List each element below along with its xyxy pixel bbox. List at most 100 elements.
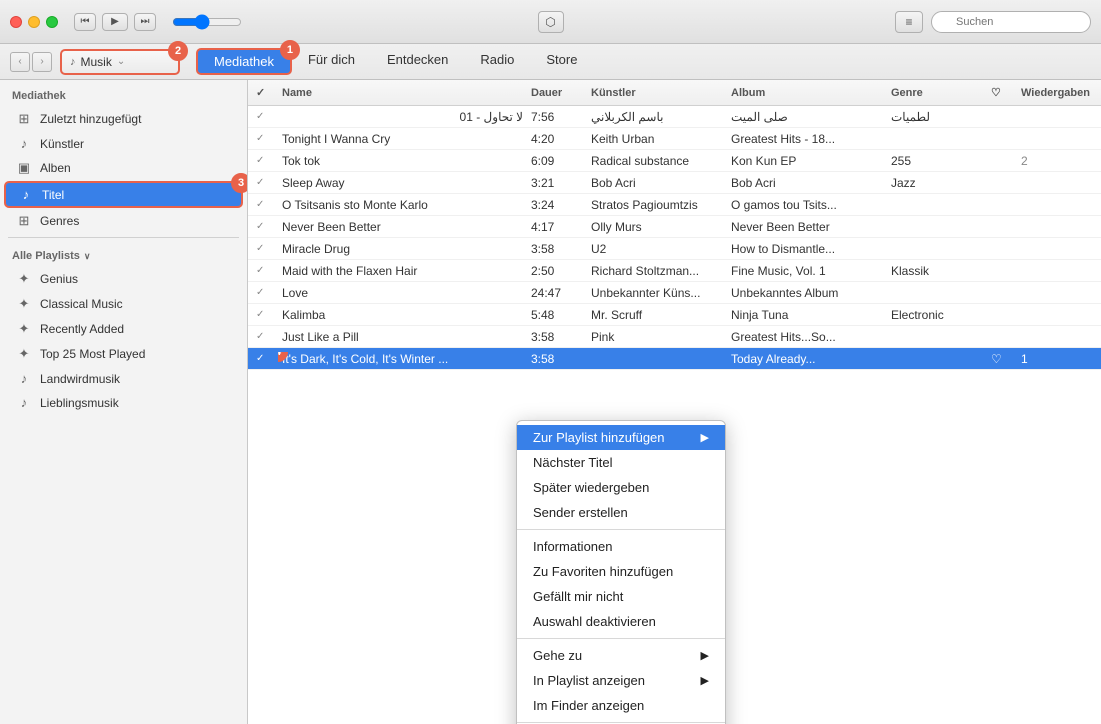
- table-cell: Klassik: [887, 264, 987, 278]
- traffic-lights: [10, 16, 58, 28]
- table-cell: U2: [587, 242, 727, 256]
- table-cell: Fine Music, Vol. 1: [727, 264, 887, 278]
- table-cell: ✓: [252, 111, 278, 122]
- classical-icon: ✦: [16, 296, 32, 312]
- context-menu: Zur Playlist hinzufügen▶ Nächster Titel Sp…: [516, 420, 726, 724]
- back-button[interactable]: ‹: [10, 52, 30, 72]
- context-menu-item-informationen[interactable]: Informationen: [517, 534, 725, 559]
- sidebar-item-recently-added[interactable]: ✦ Recently Added: [4, 317, 243, 341]
- table-row[interactable]: ✓Sleep Away3:21Bob AcriBob AcriJazz: [248, 172, 1101, 194]
- tab-fuer-dich[interactable]: Für dich: [292, 48, 371, 75]
- context-menu-item-zur-playlist[interactable]: Zur Playlist hinzufügen▶: [517, 425, 725, 450]
- rewind-button[interactable]: ⏮: [74, 13, 96, 31]
- sidebar-label-genius: Genius: [40, 272, 78, 286]
- sidebar-label-classical: Classical Music: [40, 297, 123, 311]
- tab-entdecken[interactable]: Entdecken: [371, 48, 464, 75]
- table-row[interactable]: ✓Miracle Drug3:58U2How to Dismantle...: [248, 238, 1101, 260]
- table-row[interactable]: ✓It's Dark, It's Cold, It's Winter ...43…: [248, 348, 1101, 370]
- genius-icon: ✦: [16, 271, 32, 287]
- playlists-chevron-icon: ∨: [84, 251, 91, 262]
- source-label: Musik: [81, 55, 112, 69]
- sidebar-item-top25[interactable]: ✦ Top 25 Most Played: [4, 342, 243, 366]
- table-row[interactable]: ✓Tonight I Wanna Cry4:20Keith UrbanGreat…: [248, 128, 1101, 150]
- tab-mediathek-label: Mediathek: [214, 54, 274, 69]
- sidebar-label-alben: Alben: [40, 161, 71, 175]
- close-button[interactable]: [10, 16, 22, 28]
- annotation-badge-2: 2: [168, 41, 188, 61]
- source-selector[interactable]: ♪ Musik ⌄ 2: [60, 49, 180, 75]
- table-cell: Jazz: [887, 176, 987, 190]
- search-input[interactable]: [931, 11, 1091, 33]
- context-menu-item-label: Im Finder anzeigen: [533, 698, 644, 713]
- submenu-arrow-icon: ▶: [701, 431, 709, 444]
- context-menu-item-gefaellt-nicht[interactable]: Gefällt mir nicht: [517, 584, 725, 609]
- play-button[interactable]: ▶: [102, 13, 128, 31]
- maximize-button[interactable]: [46, 16, 58, 28]
- context-menu-item-in-playlist[interactable]: In Playlist anzeigen▶: [517, 668, 725, 693]
- context-menu-separator: [517, 529, 725, 530]
- table-cell: باسم الكربلاني: [587, 110, 727, 124]
- table-header: ✓ Name Dauer Künstler Album Genre ♡ Wied…: [248, 80, 1101, 106]
- context-menu-item-label: Nächster Titel: [533, 455, 612, 470]
- th-name[interactable]: Name: [278, 87, 527, 99]
- sidebar-label-genres: Genres: [40, 214, 79, 228]
- airplay-button[interactable]: ⬡: [538, 11, 564, 33]
- sidebar-item-titel[interactable]: ♪ Titel 3: [4, 181, 243, 208]
- context-menu-item-spaeter[interactable]: Später wiedergeben: [517, 475, 725, 500]
- context-menu-item-naechster[interactable]: Nächster Titel: [517, 450, 725, 475]
- table-cell: 3:21: [527, 176, 587, 190]
- context-menu-item-gehe-zu[interactable]: Gehe zu▶: [517, 643, 725, 668]
- context-menu-item-sender[interactable]: Sender erstellen: [517, 500, 725, 525]
- table-cell: 3:24: [527, 198, 587, 212]
- table-cell: 7:56: [527, 110, 587, 124]
- table-cell: Tok tok: [278, 154, 527, 168]
- sidebar-item-zuletzt[interactable]: ⊞ Zuletzt hinzugefügt: [4, 107, 243, 131]
- table-row[interactable]: ✓لا تحاول - 017:56باسم الكربلانيصلى المي…: [248, 106, 1101, 128]
- sidebar-item-lieblingsmusik[interactable]: ♪ Lieblingsmusik: [4, 391, 243, 414]
- table-cell: Electronic: [887, 308, 987, 322]
- table-cell: How to Dismantle...: [727, 242, 887, 256]
- tab-mediathek[interactable]: Mediathek 1: [196, 48, 292, 75]
- table-cell: Love: [278, 286, 527, 300]
- context-menu-item-zu-favoriten[interactable]: Zu Favoriten hinzufügen: [517, 559, 725, 584]
- context-menu-item-auswahl-deakt[interactable]: Auswahl deaktivieren: [517, 609, 725, 634]
- tab-radio[interactable]: Radio: [464, 48, 530, 75]
- table-cell: Tonight I Wanna Cry: [278, 132, 527, 146]
- playlist-section-title[interactable]: Alle Playlists ∨: [0, 242, 247, 266]
- table-cell: 3:58: [527, 352, 587, 366]
- forward-nav-button[interactable]: ›: [32, 52, 52, 72]
- context-menu-item-label: Zu Favoriten hinzufügen: [533, 564, 673, 579]
- tab-store[interactable]: Store: [530, 48, 593, 75]
- table-row[interactable]: ✓Maid with the Flaxen Hair2:50Richard St…: [248, 260, 1101, 282]
- forward-button[interactable]: ⏭: [134, 13, 156, 31]
- table-row[interactable]: ✓Kalimba5:48Mr. ScruffNinja TunaElectron…: [248, 304, 1101, 326]
- genres-icon: ⊞: [16, 213, 32, 229]
- titlebar-center: ⬡: [530, 11, 572, 33]
- table-row[interactable]: ✓Never Been Better4:17Olly MursNever Bee…: [248, 216, 1101, 238]
- context-menu-separator: [517, 638, 725, 639]
- sidebar-label-kuenstler: Künstler: [40, 137, 84, 151]
- table-cell: 1: [1017, 352, 1097, 366]
- album-icon: ▣: [16, 160, 32, 176]
- search-wrapper: 🔍: [931, 11, 1091, 33]
- table-cell: ✓: [252, 353, 278, 364]
- sidebar-item-classical[interactable]: ✦ Classical Music: [4, 292, 243, 316]
- table-row[interactable]: ✓Tok tok6:09Radical substanceKon Kun EP2…: [248, 150, 1101, 172]
- table-row[interactable]: ✓Love24:47Unbekannter Küns...Unbekanntes…: [248, 282, 1101, 304]
- context-menu-item-im-finder[interactable]: Im Finder anzeigen: [517, 693, 725, 718]
- volume-slider[interactable]: [172, 14, 242, 30]
- table-cell: Richard Stoltzman...: [587, 264, 727, 278]
- minimize-button[interactable]: [28, 16, 40, 28]
- table-row[interactable]: ✓Just Like a Pill3:58PinkGreatest Hits..…: [248, 326, 1101, 348]
- sidebar-item-genres[interactable]: ⊞ Genres: [4, 209, 243, 233]
- sidebar-item-landwird[interactable]: ♪ Landwirdmusik: [4, 367, 243, 390]
- table-cell: 2: [1017, 154, 1097, 168]
- sidebar-item-genius[interactable]: ✦ Genius: [4, 267, 243, 291]
- sidebar-item-alben[interactable]: ▣ Alben: [4, 156, 243, 180]
- table-row[interactable]: ✓O Tsitsanis sto Monte Karlo3:24Stratos …: [248, 194, 1101, 216]
- titlebar-right: ≡ 🔍: [895, 11, 1091, 33]
- sidebar-item-kuenstler[interactable]: ♪ Künstler: [4, 132, 243, 155]
- nav-arrows: ‹ ›: [10, 52, 52, 72]
- list-view-button[interactable]: ≡: [895, 11, 923, 33]
- table-cell: ✓: [252, 221, 278, 232]
